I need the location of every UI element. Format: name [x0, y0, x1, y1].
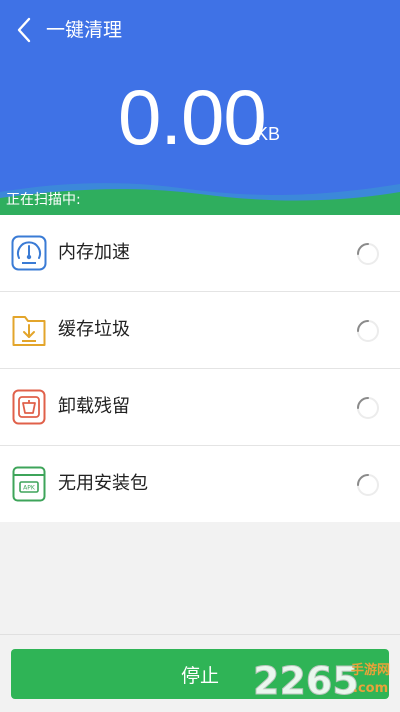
loading-spinner-icon — [357, 243, 379, 265]
download-folder-icon — [12, 316, 46, 346]
back-button[interactable] — [10, 16, 38, 44]
page-title: 一键清理 — [46, 19, 123, 41]
svg-text:APK: APK — [23, 485, 36, 492]
uninstall-box-icon — [12, 389, 46, 425]
speedometer-icon — [11, 235, 47, 271]
watermark-site: 手游网 — [351, 662, 390, 678]
watermark-domain: .com — [353, 681, 388, 696]
loading-spinner-icon — [357, 320, 379, 342]
list-item-uninstall-residue[interactable]: 卸载残留 — [0, 369, 400, 446]
watermark-number: 2265 — [253, 659, 359, 702]
loading-spinner-icon — [357, 474, 379, 496]
apk-package-icon: APK — [12, 466, 46, 502]
list-item-memory-boost[interactable]: 内存加速 — [0, 215, 400, 292]
item-label: 缓存垃圾 — [58, 319, 130, 340]
scan-status-label: 正在扫描中: — [6, 192, 81, 208]
list-item-cache-junk[interactable]: 缓存垃圾 — [0, 292, 400, 369]
list-item-useless-apk[interactable]: APK 无用安装包 — [0, 446, 400, 522]
scan-item-list: 内存加速 缓存垃圾 卸载残留 APK 无用安装包 — [0, 215, 400, 522]
item-label: 无用安装包 — [58, 473, 148, 494]
item-label: 卸载残留 — [58, 396, 130, 417]
loading-spinner-icon — [357, 397, 379, 419]
site-watermark-logo: 2265 手游网 .com — [253, 659, 390, 703]
header-panel: 一键清理 0.00 KB 正在扫描中: — [0, 0, 400, 215]
item-label: 内存加速 — [58, 242, 130, 263]
cleaned-size-unit: KB — [256, 124, 281, 144]
cleaned-size-value: 0.00 — [118, 73, 267, 161]
chevron-left-icon — [17, 17, 31, 43]
